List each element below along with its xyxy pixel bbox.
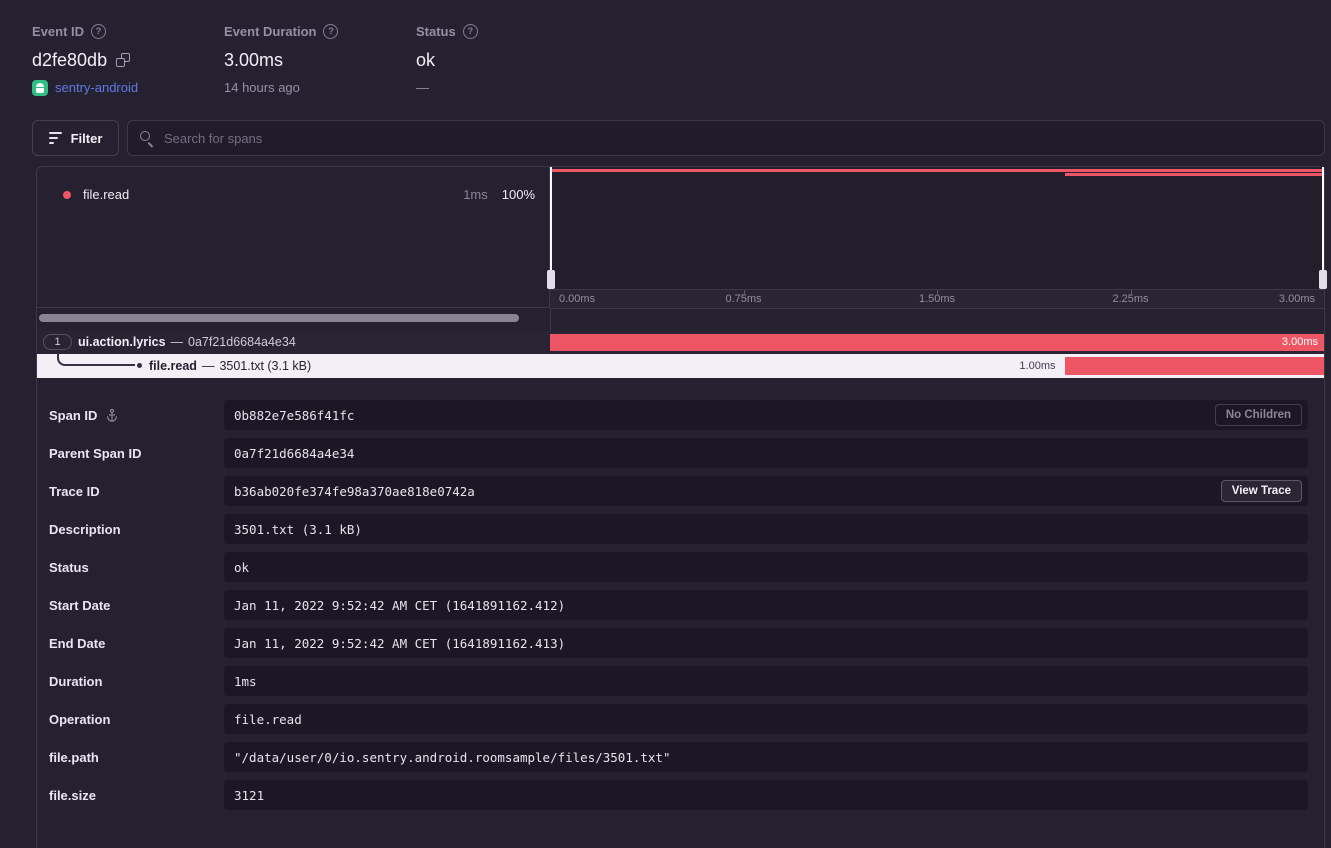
axis-tick: 2.25ms <box>1112 290 1148 308</box>
detail-label: Description <box>49 522 121 537</box>
event-duration-label: Event Duration <box>224 24 316 39</box>
detail-value: Jan 11, 2022 9:52:42 AM CET (1641891162.… <box>224 590 1308 620</box>
search-icon <box>140 131 155 146</box>
span-operation: file.read <box>149 359 197 373</box>
help-icon[interactable]: ? <box>463 24 478 39</box>
detail-value: Jan 11, 2022 9:52:42 AM CET (1641891162.… <box>224 628 1308 658</box>
detail-value: b36ab020fe374fe98a370ae818e0742a View Tr… <box>224 476 1308 506</box>
detail-value: 1ms <box>224 666 1308 696</box>
help-icon[interactable]: ? <box>323 24 338 39</box>
scrollbar-thumb[interactable] <box>39 314 519 322</box>
project-link[interactable]: sentry-android <box>55 80 138 95</box>
span-detail-page: { "header": { "event_id": { "label": "Ev… <box>0 0 1331 848</box>
view-trace-button[interactable]: View Trace <box>1221 480 1302 502</box>
android-platform-icon <box>32 80 48 96</box>
help-icon[interactable]: ? <box>91 24 106 39</box>
detail-value: "/data/user/0/io.sentry.android.roomsamp… <box>224 742 1308 772</box>
span-bar-duration: 1.00ms <box>1019 354 1055 378</box>
detail-label: Status <box>49 560 89 575</box>
detail-row-file-size: file.size 3121 <box>37 776 1324 814</box>
span-bar-child[interactable] <box>1065 357 1324 375</box>
detail-value: 0a7f21d6684a4e34 <box>224 438 1308 468</box>
trace-minimap[interactable] <box>550 167 1324 289</box>
detail-label: Start Date <box>49 598 110 613</box>
span-id-short: 0a7f21d6684a4e34 <box>188 335 296 349</box>
detail-row-status: Status ok <box>37 548 1324 586</box>
filter-button[interactable]: Filter <box>32 120 119 156</box>
span-row-child-selected[interactable]: file.read—3501.txt (3.1 kB) 1.00ms <box>37 354 1324 378</box>
status-value: ok <box>416 50 435 71</box>
detail-row-duration: Duration 1ms <box>37 662 1324 700</box>
detail-row-trace-id: Trace ID b36ab020fe374fe98a370ae818e0742… <box>37 472 1324 510</box>
detail-label: Parent Span ID <box>49 446 141 461</box>
detail-label: Operation <box>49 712 110 727</box>
axis-tick: 0.00ms <box>559 290 595 308</box>
detail-label: file.path <box>49 750 99 765</box>
time-axis: 0.00ms 0.75ms 1.50ms 2.25ms 3.00ms <box>550 289 1324 309</box>
span-operation: ui.action.lyrics <box>78 335 166 349</box>
status-column: Status ? ok — <box>416 22 478 96</box>
span-bar-parent[interactable]: 3.00ms <box>550 334 1324 351</box>
operation-name: file.read <box>83 187 129 202</box>
axis-tick: 0.75ms <box>725 290 761 308</box>
search-input[interactable] <box>164 131 1312 146</box>
span-details-table: Span ID 0b882e7e586f41fc No Children Par… <box>37 378 1324 814</box>
column-divider <box>550 309 551 331</box>
detail-row-file-path: file.path "/data/user/0/io.sentry.androi… <box>37 738 1324 776</box>
detail-label: End Date <box>49 636 105 651</box>
trace-view-panel: file.read 1ms 100% 0.00ms 0.75ms 1.50ms … <box>36 166 1325 848</box>
span-bar-duration: 3.00ms <box>1282 334 1318 351</box>
viewport-handle-right[interactable] <box>1322 167 1324 289</box>
detail-value: 3501.txt (3.1 kB) <box>224 514 1308 544</box>
span-row-parent[interactable]: 1 ui.action.lyrics—0a7f21d6684a4e34 3.00… <box>37 331 1324 354</box>
minimap-span-child <box>1065 173 1324 176</box>
detail-label: Duration <box>49 674 102 689</box>
axis-tick: 1.50ms <box>919 290 955 308</box>
detail-row-end-date: End Date Jan 11, 2022 9:52:42 AM CET (16… <box>37 624 1324 662</box>
event-duration-column: Event Duration ? 3.00ms 14 hours ago <box>224 22 338 96</box>
detail-value: file.read <box>224 704 1308 734</box>
operations-breakdown-panel: file.read 1ms 100% <box>37 167 550 308</box>
anchor-icon[interactable] <box>105 408 119 422</box>
children-count-pill[interactable]: 1 <box>43 334 72 350</box>
span-search-box <box>127 120 1325 156</box>
span-description: 3501.txt (3.1 kB) <box>219 359 311 373</box>
status-sub: — <box>416 80 429 95</box>
operation-legend-row[interactable]: file.read 1ms 100% <box>37 167 549 202</box>
event-id-label: Event ID <box>32 24 84 39</box>
detail-label: file.size <box>49 788 96 803</box>
event-id-column: Event ID ? d2fe80db sentry-android <box>32 22 138 96</box>
detail-label: Trace ID <box>49 484 100 499</box>
detail-row-operation: Operation file.read <box>37 700 1324 738</box>
horizontal-scrollbar <box>37 309 549 331</box>
event-age: 14 hours ago <box>224 80 300 95</box>
event-id-value: d2fe80db <box>32 50 107 71</box>
viewport-handle-left[interactable] <box>550 167 552 289</box>
detail-value: 3121 <box>224 780 1308 810</box>
filter-button-label: Filter <box>71 131 103 146</box>
detail-value: ok <box>224 552 1308 582</box>
detail-value: 0b882e7e586f41fc No Children <box>224 400 1308 430</box>
operation-percent: 100% <box>502 187 535 202</box>
axis-tick: 3.00ms <box>1279 290 1315 308</box>
detail-label: Span ID <box>49 408 97 423</box>
filter-icon <box>49 132 62 144</box>
minimap-span-parent <box>550 169 1324 172</box>
tree-connector <box>57 353 135 366</box>
copy-icon[interactable] <box>116 53 130 67</box>
detail-row-span-id: Span ID 0b882e7e586f41fc No Children <box>37 396 1324 434</box>
detail-row-start-date: Start Date Jan 11, 2022 9:52:42 AM CET (… <box>37 586 1324 624</box>
operation-color-dot <box>63 191 71 199</box>
operation-duration: 1ms <box>463 187 488 202</box>
detail-row-parent-span-id: Parent Span ID 0a7f21d6684a4e34 <box>37 434 1324 472</box>
event-duration-value: 3.00ms <box>224 50 283 71</box>
tree-connector-dot <box>137 363 142 368</box>
no-children-button[interactable]: No Children <box>1215 404 1302 426</box>
status-label: Status <box>416 24 456 39</box>
detail-row-description: Description 3501.txt (3.1 kB) <box>37 510 1324 548</box>
